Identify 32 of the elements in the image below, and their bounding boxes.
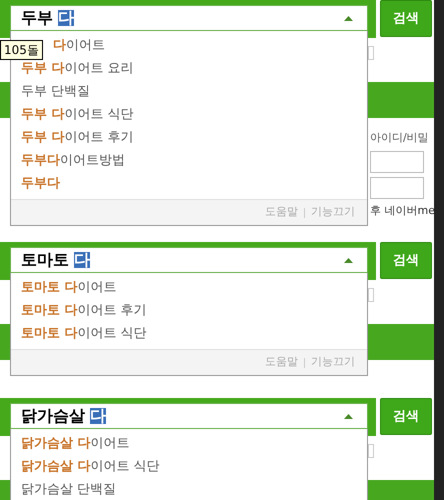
query-text: 토마토	[21, 252, 69, 268]
suggestion-item[interactable]: 두부 다이어트 후기	[11, 126, 367, 149]
tooltip: 105돌	[0, 40, 43, 60]
composing-char: 다	[90, 408, 106, 424]
suggestion-item[interactable]: 두부 다이어트 요리	[11, 57, 367, 80]
suggestion-item[interactable]: 토마토 다이어트 후기	[11, 299, 367, 322]
composing-char: 다	[58, 10, 74, 26]
suggestion-item[interactable]: 두부 단백질	[11, 80, 367, 103]
suggestion-item[interactable]: 두부다이어트방법	[11, 149, 367, 172]
id-input[interactable]	[370, 150, 424, 172]
suggestion-item[interactable]: 닭가슴살 다이어트	[11, 432, 367, 455]
checkbox-icon	[368, 46, 374, 60]
checkbox-icon	[368, 444, 374, 458]
caret-up-icon[interactable]	[344, 414, 353, 418]
suggestion-item[interactable]: 닭가슴살 단백질	[11, 478, 367, 500]
suggestion-item[interactable]: 토마토 다이어트	[11, 276, 367, 299]
suggestion-item[interactable]: 닭가슴살 다이어트 식단	[11, 455, 367, 478]
login-note: 후 네이버me	[370, 202, 434, 218]
caret-up-icon[interactable]	[344, 16, 353, 20]
query-text: 두부	[21, 10, 53, 26]
search-field[interactable]: 토마토 다	[10, 247, 368, 273]
suggestion-item[interactable]: 두부 다이어트 식단	[11, 103, 367, 126]
composing-char: 다	[74, 252, 90, 268]
checkbox-icon	[368, 288, 374, 302]
query-text: 닭가슴살	[21, 408, 85, 424]
password-input[interactable]	[370, 176, 424, 198]
search-field[interactable]: 두부 다	[10, 5, 368, 31]
search-field[interactable]: 닭가슴살 다	[10, 403, 368, 429]
caret-up-icon[interactable]	[344, 258, 353, 262]
login-label: 아이디/비밀	[370, 130, 430, 146]
suggestion-item[interactable]: 토마토 다이어트 식단	[11, 322, 367, 345]
suggestion-item[interactable]: 두부다	[11, 172, 367, 195]
